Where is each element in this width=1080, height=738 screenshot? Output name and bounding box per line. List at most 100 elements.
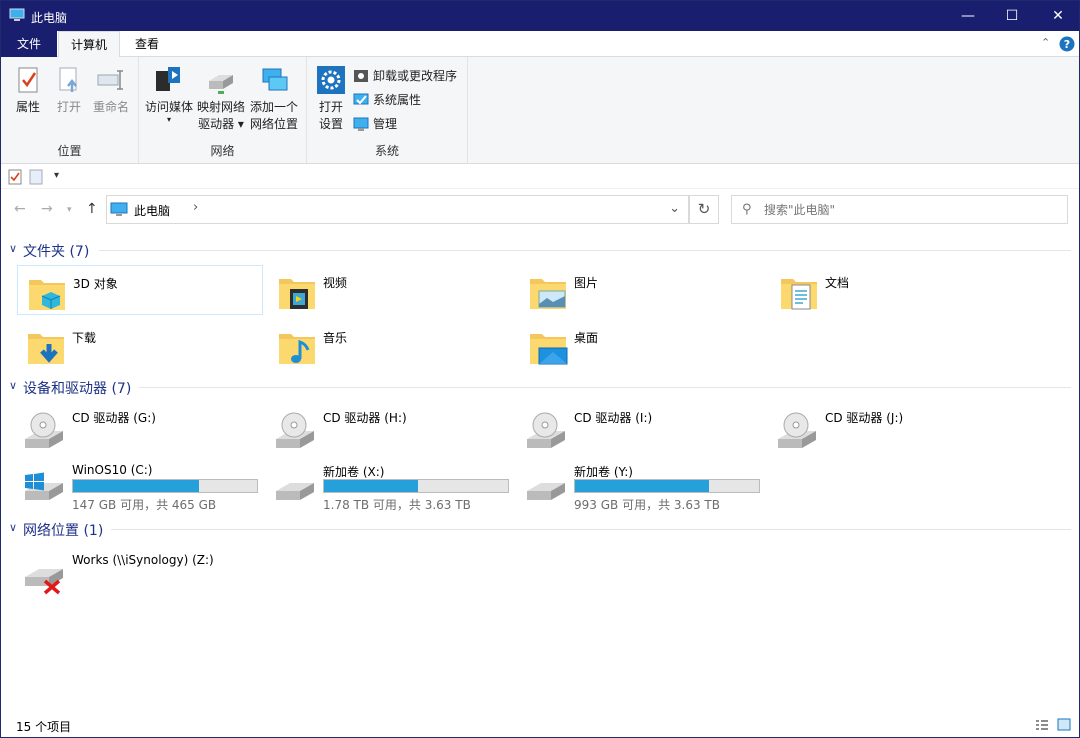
refresh-button[interactable]: ↻ — [689, 195, 719, 224]
folder-music[interactable]: 音乐 — [268, 320, 514, 370]
close-button[interactable]: ✕ — [1035, 1, 1079, 31]
item-count: 15 个项目 — [16, 720, 72, 734]
svg-text:?: ? — [1064, 38, 1070, 51]
network-drive-z[interactable]: Works (\\iSynology) (Z:) — [17, 551, 267, 599]
disk-y[interactable]: 新加卷 (Y:) 993 GB 可用，共 3.63 TB — [519, 461, 769, 512]
3d-objects-folder-icon — [29, 280, 65, 310]
tab-file[interactable]: 文件 — [1, 31, 57, 57]
minimize-button[interactable]: — — [945, 1, 991, 31]
folder-documents[interactable]: 文档 — [770, 265, 1016, 315]
group-header-network[interactable]: ∨ 网络位置 (1) — [9, 518, 1071, 540]
navigation-bar: ← → ▾ ↑ 此电脑 › ⌄ ↻ ⚲ — [1, 189, 1079, 229]
ribbon-group-system: 打开 设置 卸载或更改程序 系统属性 管理 系统 — [307, 57, 468, 163]
group-label-network: 网络 — [210, 144, 235, 158]
recent-locations-icon[interactable]: ▾ — [67, 205, 72, 215]
tab-computer[interactable]: 计算机 — [58, 31, 120, 58]
media-icon — [156, 67, 180, 91]
divider — [139, 387, 1071, 388]
divider — [111, 529, 1071, 530]
quick-access-toolbar: ▾ — [1, 165, 1079, 189]
title-bar: 此电脑 — ☐ ✕ — [1, 1, 1079, 31]
computer-icon — [9, 8, 25, 21]
uninstall-icon — [354, 70, 368, 82]
group-header-devices[interactable]: ∨ 设备和驱动器 (7) — [9, 376, 1071, 398]
chevron-down-icon[interactable]: ∨ — [9, 379, 17, 392]
breadcrumb-chevron-icon[interactable]: › — [193, 200, 198, 215]
disk-usage-bar — [323, 479, 509, 493]
map-network-drive-button[interactable]: 映射网络 驱动器 ▾ — [195, 65, 247, 133]
disconnected-network-drive-icon — [25, 569, 63, 595]
access-media-button[interactable]: 访问媒体 ▾ — [143, 65, 195, 124]
up-arrow-icon[interactable]: ↑ — [86, 201, 98, 217]
add-network-location-button[interactable]: 添加一个 网络位置 — [247, 65, 301, 133]
explorer-window: 此电脑 — ☐ ✕ 文件 计算机 查看 ⌃ ? 属性 打开 重命名 位置 访问媒… — [0, 0, 1080, 738]
search-icon: ⚲ — [742, 202, 752, 217]
pictures-folder-icon — [530, 279, 566, 309]
cd-drive-h[interactable]: CD 驱动器 (H:) — [268, 407, 518, 455]
forward-arrow-icon[interactable]: → — [41, 201, 53, 217]
properties-icon[interactable] — [8, 169, 22, 185]
open-settings-button[interactable]: 打开 设置 — [313, 65, 349, 133]
breadcrumb[interactable]: 此电脑 — [134, 202, 170, 219]
cd-drive-icon — [276, 412, 314, 448]
status-bar: 15 个项目 — [1, 713, 1079, 737]
network-drive-icon — [209, 75, 233, 94]
cd-drive-icon — [25, 412, 63, 448]
large-icons-view-icon[interactable] — [1057, 718, 1071, 731]
search-box[interactable]: ⚲ — [731, 195, 1068, 224]
videos-folder-icon — [279, 279, 315, 309]
ribbon: 属性 打开 重命名 位置 访问媒体 ▾ 映射网络 驱动器 ▾ 添加一个 网络位置… — [1, 57, 1079, 164]
chevron-down-icon[interactable]: ∨ — [9, 242, 17, 255]
rename-button[interactable]: 重命名 — [89, 65, 133, 116]
new-folder-icon[interactable] — [29, 169, 43, 185]
divider — [99, 250, 1071, 251]
cd-drive-i[interactable]: CD 驱动器 (I:) — [519, 407, 769, 455]
open-button[interactable]: 打开 — [51, 65, 87, 116]
group-label-location: 位置 — [57, 144, 82, 158]
folder-videos[interactable]: 视频 — [268, 265, 514, 315]
help-icon[interactable]: ? — [1059, 36, 1075, 52]
system-properties-icon — [353, 93, 369, 105]
downloads-folder-icon — [28, 334, 64, 364]
hard-drive-icon — [527, 483, 565, 500]
chevron-down-icon[interactable]: ⌄ — [669, 201, 680, 216]
cd-drive-j[interactable]: CD 驱动器 (J:) — [770, 407, 1020, 455]
address-bar[interactable]: 此电脑 › ⌄ — [106, 195, 689, 224]
cd-drive-icon — [527, 412, 565, 448]
windows-drive-icon — [25, 472, 63, 500]
disk-c[interactable]: WinOS10 (C:) 147 GB 可用，共 465 GB — [17, 461, 267, 512]
desktop-folder-icon — [530, 334, 568, 365]
properties-icon — [18, 67, 38, 93]
music-folder-icon — [279, 334, 315, 364]
hard-drive-icon — [276, 483, 314, 500]
group-header-folders[interactable]: ∨ 文件夹 (7) — [9, 239, 1071, 261]
tab-view[interactable]: 查看 — [120, 31, 174, 57]
network-location-icon — [262, 68, 288, 91]
disk-usage-bar — [574, 479, 760, 493]
group-label-system: 系统 — [374, 144, 399, 158]
folder-3d-objects[interactable]: 3D 对象 — [17, 265, 263, 315]
folder-downloads[interactable]: 下载 — [17, 320, 263, 370]
cd-drive-icon — [778, 412, 816, 448]
maximize-button[interactable]: ☐ — [989, 1, 1035, 31]
folder-pictures[interactable]: 图片 — [519, 265, 765, 315]
disk-usage-fill — [324, 480, 418, 492]
chevron-down-icon[interactable]: ∨ — [9, 521, 17, 534]
search-input[interactable] — [764, 200, 1054, 220]
settings-gear-icon — [317, 66, 345, 94]
disk-x[interactable]: 新加卷 (X:) 1.78 TB 可用，共 3.63 TB — [268, 461, 518, 512]
open-icon — [59, 67, 77, 92]
documents-folder-icon — [781, 279, 817, 310]
properties-button[interactable]: 属性 — [9, 65, 47, 116]
details-view-icon[interactable] — [1035, 719, 1049, 731]
ribbon-group-network: 访问媒体 ▾ 映射网络 驱动器 ▾ 添加一个 网络位置 网络 — [139, 57, 307, 163]
dropdown-arrow-icon: ▾ — [166, 115, 171, 124]
content-area: ∨ 文件夹 (7) 3D 对象 视频 图片 文档 下载 音乐 桌面 ∨ 设备和驱… — [1, 231, 1079, 711]
disk-usage-fill — [73, 480, 199, 492]
collapse-ribbon-icon[interactable]: ⌃ — [1041, 36, 1050, 49]
folder-desktop[interactable]: 桌面 — [519, 320, 765, 370]
customize-toolbar-icon[interactable]: ▾ — [54, 170, 59, 181]
cd-drive-g[interactable]: CD 驱动器 (G:) — [17, 407, 267, 455]
disk-usage-fill — [575, 480, 709, 492]
back-arrow-icon[interactable]: ← — [14, 201, 26, 217]
